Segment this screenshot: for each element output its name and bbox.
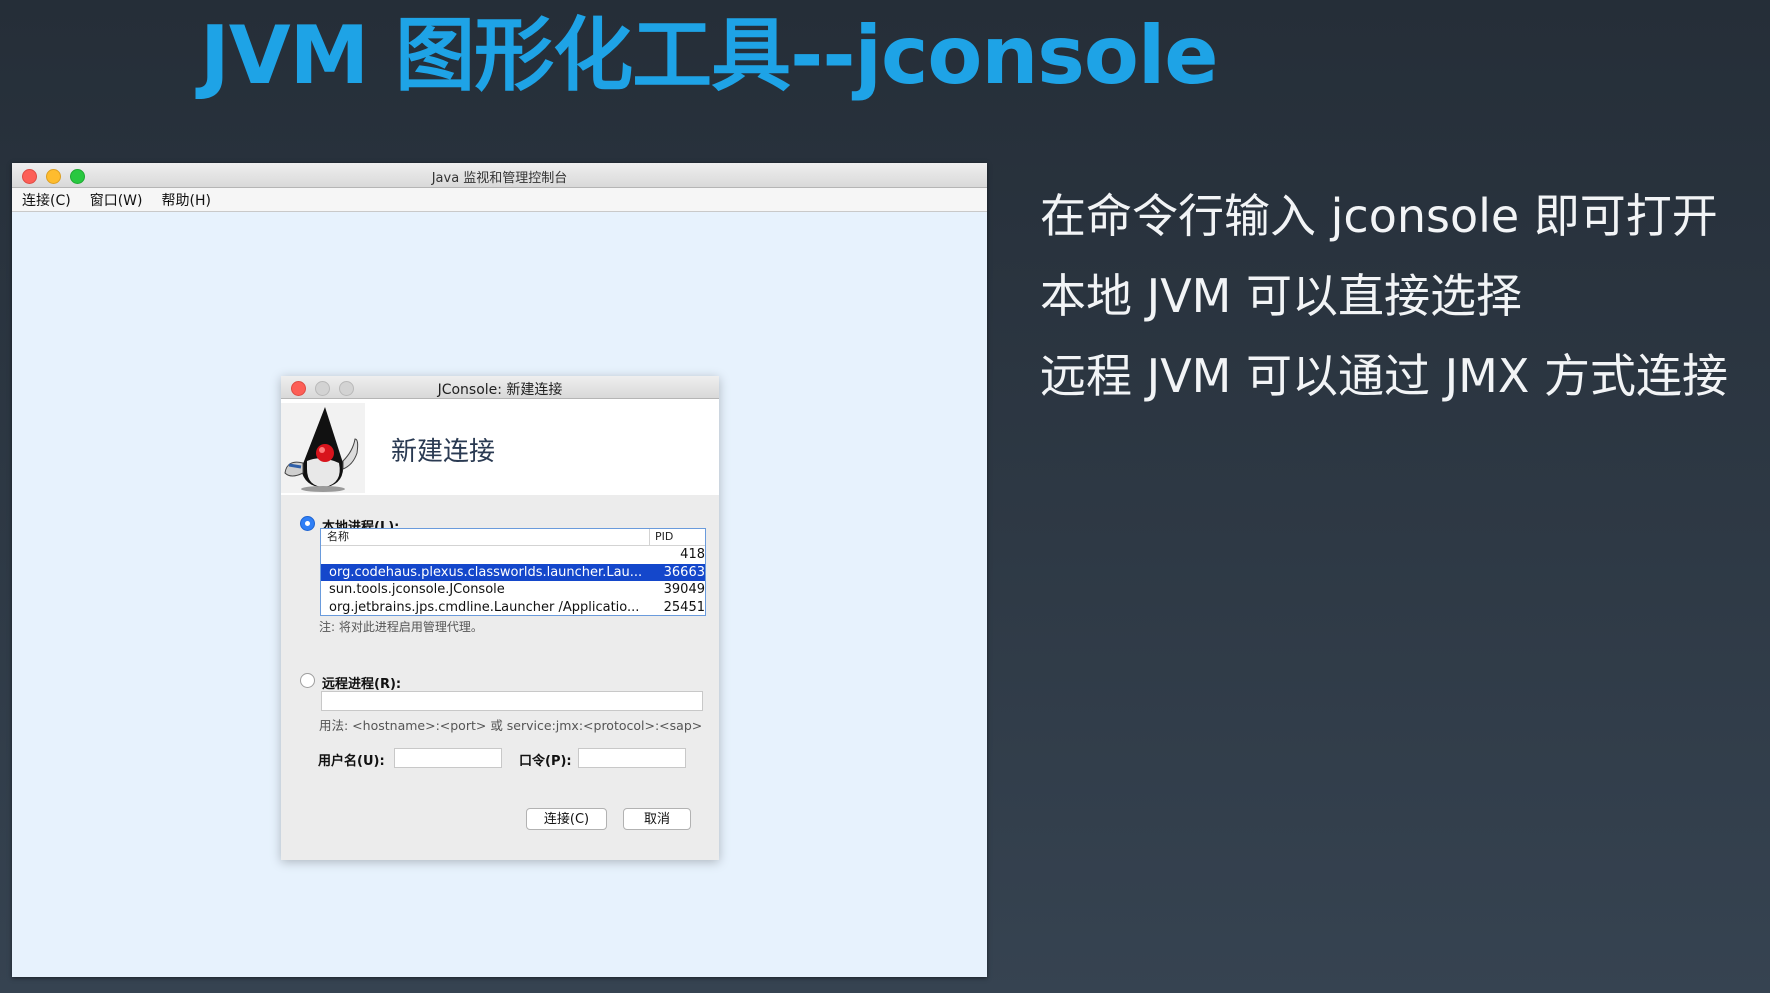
dialog-header: 新建连接 bbox=[281, 399, 719, 495]
process-pid: 25451 bbox=[663, 599, 705, 615]
column-header-name[interactable]: 名称 bbox=[321, 529, 650, 545]
username-label: 用户名(U): bbox=[318, 754, 385, 769]
bullet-item: 远程 JVM 可以通过 JMX 方式连接 bbox=[1040, 349, 1728, 403]
main-window-titlebar[interactable]: Java 监视和管理控制台 bbox=[12, 163, 987, 188]
remote-usage-hint: 用法: <hostname>:<port> 或 service:jmx:<pro… bbox=[319, 718, 703, 733]
remote-process-label: 远程进程(R): bbox=[322, 677, 402, 692]
process-pid: 36663 bbox=[663, 564, 705, 580]
bullet-list: 在命令行输入 jconsole 即可打开 本地 JVM 可以直接选择 远程 JV… bbox=[1040, 176, 1728, 416]
password-input[interactable] bbox=[578, 748, 686, 768]
cancel-button[interactable]: 取消 bbox=[623, 808, 691, 830]
dialog-titlebar[interactable]: JConsole: 新建连接 bbox=[281, 376, 719, 399]
menu-connect[interactable]: 连接(C) bbox=[22, 190, 71, 210]
slide-title: JVM 图形化工具--jconsole bbox=[200, 9, 1219, 102]
menubar: 连接(C) 窗口(W) 帮助(H) bbox=[12, 188, 987, 212]
table-row[interactable]: sun.tools.jconsole.JConsole 39049 bbox=[321, 581, 705, 599]
jconsole-main-window: Java 监视和管理控制台 连接(C) 窗口(W) 帮助(H) JConsole… bbox=[12, 163, 987, 977]
remote-process-radio[interactable] bbox=[300, 673, 315, 688]
dialog-heading: 新建连接 bbox=[391, 437, 496, 467]
local-process-table[interactable]: 名称 PID 418 org.codehaus.plexus.classworl… bbox=[320, 528, 706, 616]
java-duke-icon bbox=[281, 403, 365, 493]
process-name: sun.tools.jconsole.JConsole bbox=[329, 582, 505, 597]
table-row[interactable]: 418 bbox=[321, 546, 705, 564]
column-header-pid[interactable]: PID bbox=[650, 529, 673, 545]
local-process-radio[interactable] bbox=[300, 516, 315, 531]
process-name: org.jetbrains.jps.cmdline.Launcher /Appl… bbox=[329, 599, 640, 615]
table-row-selected[interactable]: org.codehaus.plexus.classworlds.launcher… bbox=[321, 563, 705, 581]
table-row[interactable]: org.jetbrains.jps.cmdline.Launcher /Appl… bbox=[321, 599, 705, 616]
management-agent-note: 注: 将对此进程启用管理代理。 bbox=[319, 620, 483, 634]
password-label: 口令(P): bbox=[519, 754, 572, 769]
dialog-title: JConsole: 新建连接 bbox=[437, 382, 563, 398]
process-name: org.codehaus.plexus.classworlds.launcher… bbox=[329, 564, 643, 580]
menu-help[interactable]: 帮助(H) bbox=[161, 190, 210, 210]
menu-window[interactable]: 窗口(W) bbox=[90, 190, 143, 210]
process-pid: 418 bbox=[680, 547, 705, 562]
new-connection-dialog: JConsole: 新建连接 新建连接 本地进程(L): 名称 PID bbox=[281, 376, 719, 860]
bullet-item: 本地 JVM 可以直接选择 bbox=[1040, 269, 1522, 323]
connect-button[interactable]: 连接(C) bbox=[526, 808, 607, 830]
process-pid: 39049 bbox=[663, 582, 705, 597]
remote-process-input[interactable] bbox=[321, 691, 703, 711]
process-name bbox=[321, 546, 651, 564]
username-input[interactable] bbox=[394, 748, 502, 768]
main-window-title: Java 监视和管理控制台 bbox=[431, 171, 568, 186]
bullet-item: 在命令行输入 jconsole 即可打开 bbox=[1040, 189, 1718, 243]
table-header: 名称 PID bbox=[321, 529, 705, 546]
